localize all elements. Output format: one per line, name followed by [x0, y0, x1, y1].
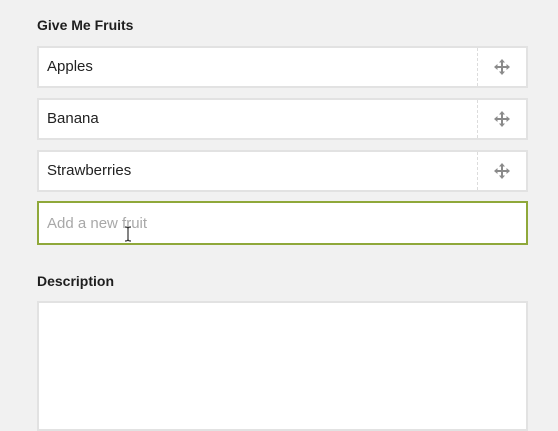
- move-icon: [494, 59, 510, 75]
- fruits-field-label: Give Me Fruits: [37, 17, 134, 33]
- drag-handle[interactable]: [477, 152, 526, 190]
- fruit-item-label: Banana: [47, 110, 99, 127]
- move-icon: [494, 111, 510, 127]
- move-icon: [494, 163, 510, 179]
- description-field-label: Description: [37, 273, 115, 289]
- fruit-item-banana[interactable]: Banana: [37, 98, 528, 140]
- fruit-item-label: Apples: [47, 58, 93, 75]
- fruit-item-strawberries[interactable]: Strawberries: [37, 150, 528, 192]
- drag-handle[interactable]: [477, 48, 526, 86]
- drag-handle[interactable]: [477, 100, 526, 138]
- new-fruit-input[interactable]: [37, 201, 528, 245]
- fruit-item-apples[interactable]: Apples: [37, 46, 528, 88]
- description-textarea[interactable]: [37, 301, 528, 431]
- fruit-item-label: Strawberries: [47, 162, 132, 179]
